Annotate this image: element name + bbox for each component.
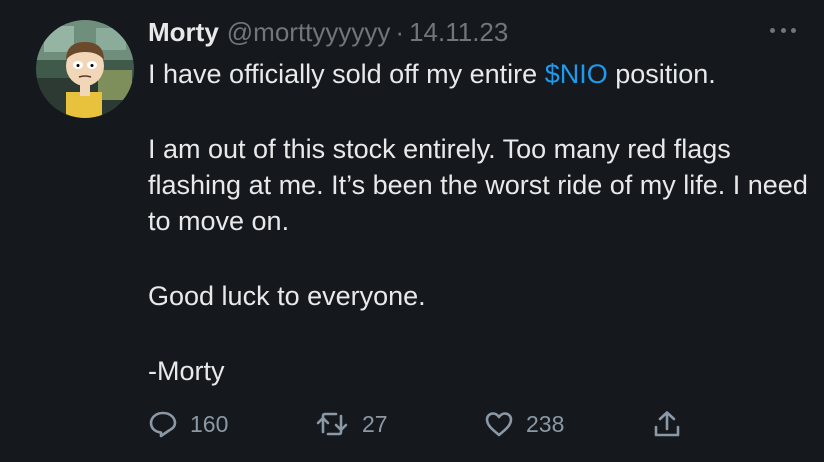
tweet-paragraph-2: I am out of this stock entirely. Too man… [148,134,808,236]
header-separator: · [395,16,405,47]
avatar[interactable] [36,20,134,118]
retweet-count: 27 [362,410,388,437]
more-options-button[interactable] [770,20,796,40]
retweet-button[interactable]: 27 [314,404,388,444]
reply-button[interactable]: 160 [148,404,228,444]
tweet-line-1-start: I have officially sold off my entire [148,59,545,89]
retweet-arrows-icon [316,412,348,436]
tweet-paragraph-3: Good luck to everyone. [148,281,426,311]
tweet-text: I have officially sold off my entire $NI… [148,56,808,389]
share-button[interactable] [652,404,682,444]
more-dot [780,27,786,33]
tweet-header: Morty @morttyyyyyy · 14.11.23 [148,14,508,50]
tweet-signature: -Morty [148,356,225,386]
author-name[interactable]: Morty [148,17,219,48]
more-dot [791,27,796,33]
tweet-actions: 160 27 238 [148,404,688,444]
like-button[interactable]: 238 [484,404,564,444]
heart-icon [485,412,513,437]
avatar-image [36,20,134,118]
tweet-date[interactable]: 14.11.23 [409,17,508,48]
reply-count: 160 [190,410,229,437]
author-handle[interactable]: @morttyyyyyy [227,17,391,48]
reply-bubble-icon [149,411,177,438]
more-horizontal-icon [770,27,775,33]
share-upload-icon [654,411,680,437]
tweet-line-1: I have officially sold off my entire $NI… [148,56,808,92]
like-count: 238 [526,410,565,437]
tweet-line-1-end: position. [607,59,716,89]
tweet-card: Morty @morttyyyyyy · 14.11.23 I have off… [0,0,824,462]
cashtag-link[interactable]: $NIO [545,59,608,89]
